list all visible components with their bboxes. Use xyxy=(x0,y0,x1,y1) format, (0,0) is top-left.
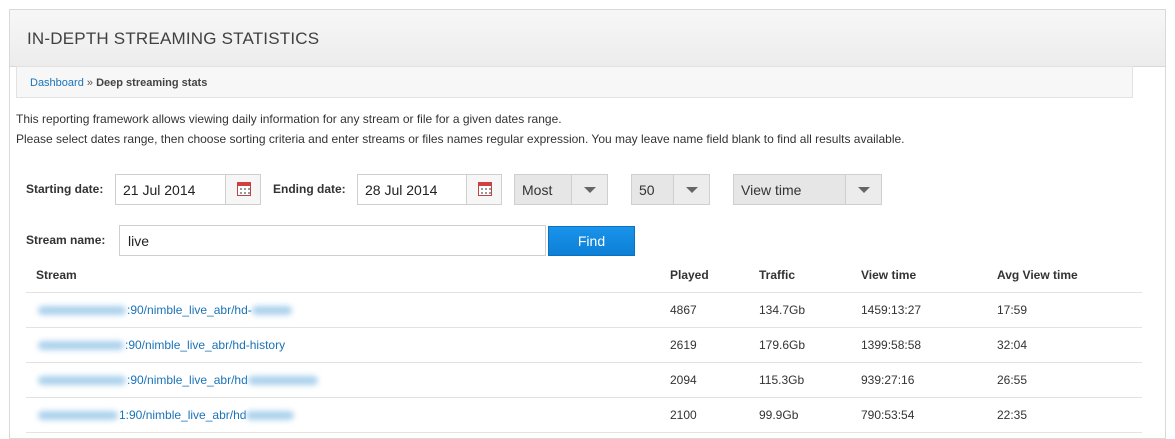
view-time-cell: 1459:13:27 xyxy=(851,292,987,328)
order-select-value: Most xyxy=(522,182,553,198)
column-header-traffic[interactable]: Traffic xyxy=(749,258,851,293)
results-table: Stream Played Traffic View time Avg View… xyxy=(26,258,1142,433)
page-title: IN-DEPTH STREAMING STATISTICS xyxy=(27,29,320,48)
view-time-cell: 1399:58:58 xyxy=(851,327,987,363)
sort-by-select[interactable]: View time xyxy=(733,174,882,205)
stream-name-value: live xyxy=(128,233,150,249)
stream-cell[interactable]: :90/nimble_live_abr/hd xyxy=(26,362,660,398)
breadcrumb-dashboard-link[interactable]: Dashboard xyxy=(30,77,84,89)
breadcrumb-separator: » xyxy=(86,77,94,89)
table-row: :90/nimble_live_abr/hd- 4867 134.7Gb 145… xyxy=(26,292,1142,328)
sort-by-select-value: View time xyxy=(741,182,802,198)
column-header-stream[interactable]: Stream xyxy=(26,258,660,293)
stream-name-label: Stream name: xyxy=(26,233,106,247)
starting-date-field[interactable]: 21 Jul 2014 xyxy=(115,174,261,205)
played-cell: 2100 xyxy=(660,397,749,433)
starting-date-picker-button[interactable] xyxy=(225,175,260,204)
traffic-cell: 179.6Gb xyxy=(749,327,851,363)
breadcrumb: Dashboard » Deep streaming stats xyxy=(16,66,1133,98)
stream-cell[interactable]: :90/nimble_live_abr/hd- xyxy=(26,292,660,328)
traffic-cell: 99.9Gb xyxy=(749,397,851,433)
stream-cell[interactable]: 1:90/nimble_live_abr/hd xyxy=(26,397,660,433)
redacted-host xyxy=(38,305,126,315)
stream-cell[interactable]: :90/nimble_live_abr/hd-history xyxy=(26,327,660,363)
stream-link[interactable]: :90/nimble_live_abr/hd- xyxy=(127,303,252,317)
chevron-down-icon[interactable] xyxy=(571,175,607,204)
column-header-played[interactable]: Played xyxy=(660,258,749,293)
avg-view-time-cell: 22:35 xyxy=(987,397,1142,433)
avg-view-time-cell: 26:55 xyxy=(987,362,1142,398)
table-row: :90/nimble_live_abr/hd-history 2619 179.… xyxy=(26,327,1142,363)
calendar-icon xyxy=(237,182,251,196)
ending-date-picker-button[interactable] xyxy=(466,175,501,204)
redacted-suffix xyxy=(247,375,318,385)
chevron-down-icon[interactable] xyxy=(673,175,709,204)
redacted-suffix xyxy=(246,410,295,420)
ending-date-label: Ending date: xyxy=(273,182,346,196)
table-header-row: Stream Played Traffic View time Avg View… xyxy=(26,258,1142,293)
find-button[interactable]: Find xyxy=(548,226,635,256)
stream-name-input[interactable]: live xyxy=(119,225,546,256)
starting-date-label: Starting date: xyxy=(26,182,104,196)
avg-view-time-cell: 17:59 xyxy=(987,292,1142,328)
redacted-host xyxy=(38,375,126,385)
redacted-host xyxy=(38,410,118,420)
column-header-view-time[interactable]: View time xyxy=(851,258,987,293)
column-header-avg-view-time[interactable]: Avg View time xyxy=(987,258,1142,293)
view-time-cell: 790:53:54 xyxy=(851,397,987,433)
avg-view-time-cell: 32:04 xyxy=(987,327,1142,363)
intro-text-line-1: This reporting framework allows viewing … xyxy=(16,112,562,126)
played-cell: 2094 xyxy=(660,362,749,398)
ending-date-field[interactable]: 28 Jul 2014 xyxy=(357,174,502,205)
panel-header: IN-DEPTH STREAMING STATISTICS xyxy=(10,10,1165,67)
traffic-cell: 115.3Gb xyxy=(749,362,851,398)
table-row: :90/nimble_live_abr/hd 2094 115.3Gb 939:… xyxy=(26,362,1142,398)
breadcrumb-current: Deep streaming stats xyxy=(96,77,208,89)
view-time-cell: 939:27:16 xyxy=(851,362,987,398)
redacted-suffix xyxy=(251,305,292,315)
played-cell: 4867 xyxy=(660,292,749,328)
chevron-down-icon[interactable] xyxy=(845,175,881,204)
stream-link[interactable]: :90/nimble_live_abr/hd-history xyxy=(125,338,285,352)
table-row: 1:90/nimble_live_abr/hd 2100 99.9Gb 790:… xyxy=(26,397,1142,433)
traffic-cell: 134.7Gb xyxy=(749,292,851,328)
redacted-host xyxy=(38,340,124,350)
order-select[interactable]: Most xyxy=(514,174,608,205)
stream-link[interactable]: :90/nimble_live_abr/hd xyxy=(127,373,248,387)
limit-select[interactable]: 50 xyxy=(631,174,710,205)
calendar-icon xyxy=(478,182,492,196)
ending-date-value: 28 Jul 2014 xyxy=(365,182,438,198)
starting-date-value: 21 Jul 2014 xyxy=(123,182,196,198)
intro-text-line-2: Please select dates range, then choose s… xyxy=(16,132,905,146)
stream-link[interactable]: 1:90/nimble_live_abr/hd xyxy=(119,408,246,422)
played-cell: 2619 xyxy=(660,327,749,363)
limit-select-value: 50 xyxy=(639,182,655,198)
